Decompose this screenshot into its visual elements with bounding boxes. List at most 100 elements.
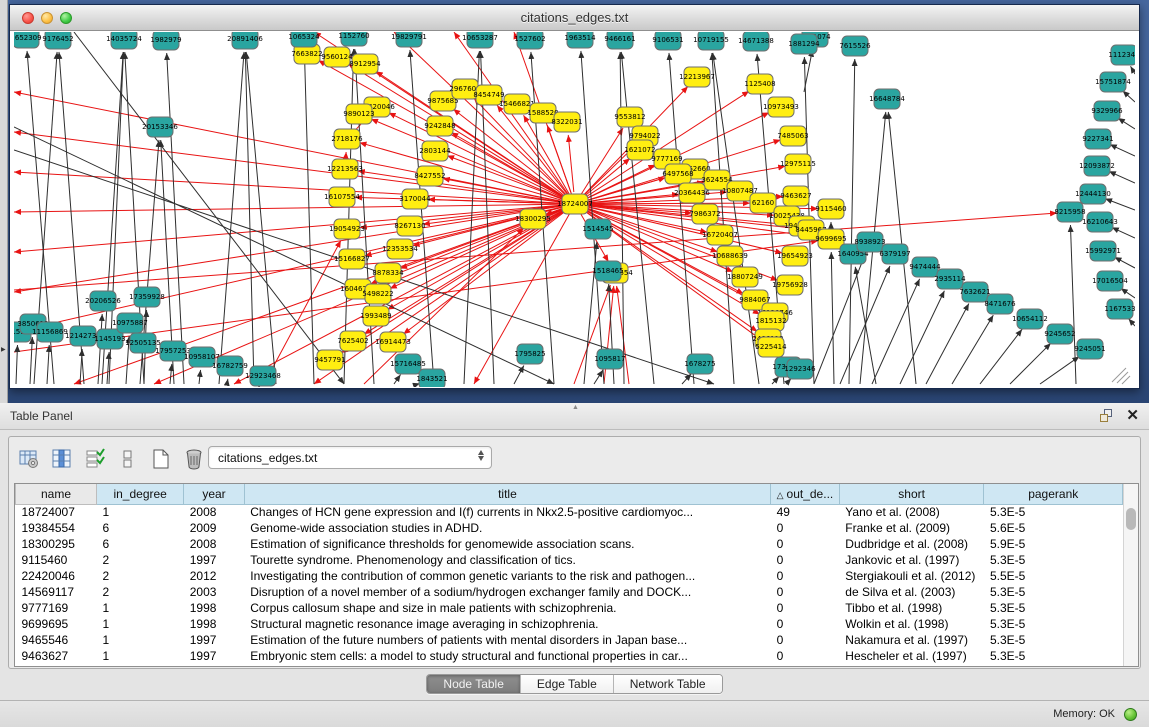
graph-node[interactable]: 1982979 <box>150 32 181 50</box>
table-row[interactable]: 1456911722003Disruption of a novel membe… <box>16 584 1123 600</box>
graph-node[interactable]: 7615526 <box>839 36 871 56</box>
graph-node[interactable]: 9176452 <box>42 32 73 49</box>
graph-node[interactable]: 1963514 <box>564 32 596 48</box>
canvas-resize-grip[interactable] <box>1112 368 1130 384</box>
graph-node[interactable]: 10688639 <box>712 246 748 266</box>
float-panel-icon[interactable] <box>1100 409 1114 423</box>
graph-node[interactable]: 16914473 <box>375 332 411 352</box>
show-columns-button[interactable] <box>50 447 74 471</box>
graph-node[interactable]: 12444130 <box>1075 184 1111 204</box>
delete-table-button[interactable] <box>182 447 206 471</box>
panel-resize-grip[interactable]: ▲ <box>572 404 579 411</box>
graph-node[interactable]: 12923468 <box>245 366 281 386</box>
network-window-titlebar[interactable]: citations_edges.txt <box>10 5 1139 31</box>
graph-node[interactable]: 16107554 <box>324 187 360 207</box>
graph-node[interactable]: 19756928 <box>772 275 808 295</box>
graph-node[interactable]: 6379197 <box>879 244 910 264</box>
graph-node[interactable]: 1065324 <box>288 32 320 47</box>
network-view-canvas[interactable]: 1872400718300295224200469890123271817612… <box>14 32 1135 387</box>
graph-node[interactable]: 7632621 <box>959 282 990 302</box>
graph-node[interactable]: 16210643 <box>1082 212 1118 232</box>
column-header-pagerank[interactable]: pagerank <box>984 484 1123 504</box>
graph-node[interactable]: 10719155 <box>693 32 729 50</box>
graph-node[interactable]: 9457791 <box>314 350 345 370</box>
divider-expand-arrow[interactable]: ▶ <box>1 346 6 353</box>
graph-node[interactable]: 9890123 <box>343 104 374 124</box>
graph-node[interactable]: 18724007 <box>557 194 593 214</box>
graph-node[interactable]: 5225414 <box>755 337 787 357</box>
graph-node[interactable]: 12975115 <box>780 154 816 174</box>
column-header-title[interactable]: title <box>244 484 770 504</box>
graph-node[interactable]: 1292346 <box>784 359 816 379</box>
graph-node[interactable]: 9245652 <box>1044 324 1075 344</box>
graph-node[interactable]: 9227341 <box>1082 129 1113 149</box>
graph-node[interactable]: 8427552 <box>414 166 445 186</box>
graph-node[interactable]: 9245051 <box>1074 339 1105 359</box>
graph-node[interactable]: 9474444 <box>909 257 941 277</box>
graph-node[interactable]: 1112345 <box>1108 45 1135 65</box>
graph-node[interactable]: 8215958 <box>1054 202 1085 222</box>
column-header-name[interactable]: name <box>16 484 97 504</box>
close-panel-icon[interactable]: ✕ <box>1126 409 1139 423</box>
tab-edge-table[interactable]: Edge Table <box>521 675 614 693</box>
graph-node[interactable]: 15751874 <box>1095 72 1131 92</box>
graph-node[interactable]: 1652309 <box>14 32 42 48</box>
graph-node[interactable]: 9560124 <box>321 47 353 67</box>
row-height-button[interactable] <box>116 447 140 471</box>
graph-node[interactable]: 18807249 <box>727 267 763 287</box>
graph-node[interactable]: 1993489 <box>360 306 391 326</box>
graph-node[interactable]: 10654112 <box>1012 309 1048 329</box>
graph-node[interactable]: 2803144 <box>419 141 451 161</box>
graph-node[interactable]: 17359928 <box>129 287 165 307</box>
graph-node[interactable]: 2935114 <box>934 269 966 289</box>
tab-node-table[interactable]: Node Table <box>427 675 521 693</box>
graph-node[interactable]: 1125408 <box>744 74 775 94</box>
graph-node[interactable]: 1518465 <box>592 261 623 281</box>
graph-node[interactable]: 5498222 <box>362 284 393 304</box>
control-panel-divider[interactable]: ▶ <box>0 0 8 403</box>
graph-node[interactable]: 12353534 <box>382 239 418 259</box>
table-row[interactable]: 1938455462009Genome-wide association stu… <box>16 520 1123 536</box>
table-row[interactable]: 911546021997Tourette syndrome. Phenomeno… <box>16 552 1123 568</box>
graph-node[interactable]: 2718176 <box>331 129 363 149</box>
graph-node[interactable]: 20153346 <box>142 117 178 137</box>
graph-node[interactable]: 8322031 <box>551 112 582 132</box>
graph-node[interactable]: 9115460 <box>815 199 846 219</box>
new-table-button[interactable] <box>149 447 173 471</box>
graph-node[interactable]: 9106531 <box>652 32 683 50</box>
graph-node[interactable]: 1514545 <box>582 219 613 239</box>
graph-node[interactable]: 17016504 <box>1092 271 1128 291</box>
graph-node[interactable]: 1795825 <box>514 344 545 364</box>
select-rows-button[interactable] <box>83 447 107 471</box>
graph-node[interactable]: 6497568 <box>662 164 693 184</box>
graph-node[interactable]: 9553812 <box>614 107 645 127</box>
graph-node[interactable]: 8471676 <box>984 294 1016 314</box>
graph-node[interactable]: 15992971 <box>1085 241 1121 261</box>
graph-node[interactable]: 1095817 <box>594 349 625 369</box>
graph-node[interactable]: 12213563 <box>327 159 363 179</box>
graph-node[interactable]: 10973493 <box>763 97 799 117</box>
graph-node[interactable]: 1152760 <box>338 32 369 46</box>
graph-node[interactable]: 20364436 <box>674 183 710 203</box>
graph-node[interactable]: 7625402 <box>337 331 368 351</box>
table-row[interactable]: 946362711997Embryonic stem cells: a mode… <box>16 648 1123 664</box>
table-settings-button[interactable] <box>17 447 41 471</box>
graph-node[interactable]: 9466161 <box>604 32 635 49</box>
table-row[interactable]: 1872400712008Changes of HCN gene express… <box>16 504 1123 520</box>
graph-node[interactable]: 12093872 <box>1079 156 1115 176</box>
graph-node[interactable]: 8938923 <box>854 232 885 252</box>
graph-node[interactable]: 1167533 <box>1104 299 1135 319</box>
graph-node[interactable]: 16782759 <box>212 356 248 376</box>
graph-node[interactable]: 11156869 <box>32 322 68 342</box>
graph-node[interactable]: 9242848 <box>424 116 455 136</box>
graph-node[interactable]: 10653287 <box>462 32 498 48</box>
graph-node[interactable]: 3170044 <box>399 189 431 209</box>
graph-node[interactable]: 14671388 <box>738 32 774 51</box>
table-row[interactable]: 946554611997Estimation of the future num… <box>16 632 1123 648</box>
graph-node[interactable]: 16648784 <box>869 89 905 109</box>
table-row[interactable]: 1830029562008Estimation of significance … <box>16 536 1123 552</box>
graph-node[interactable]: 19054923 <box>329 219 365 239</box>
table-scrollbar[interactable] <box>1123 484 1138 666</box>
table-scrollbar-thumb[interactable] <box>1126 508 1136 530</box>
column-header-in-degree[interactable]: in_degree <box>97 484 184 504</box>
